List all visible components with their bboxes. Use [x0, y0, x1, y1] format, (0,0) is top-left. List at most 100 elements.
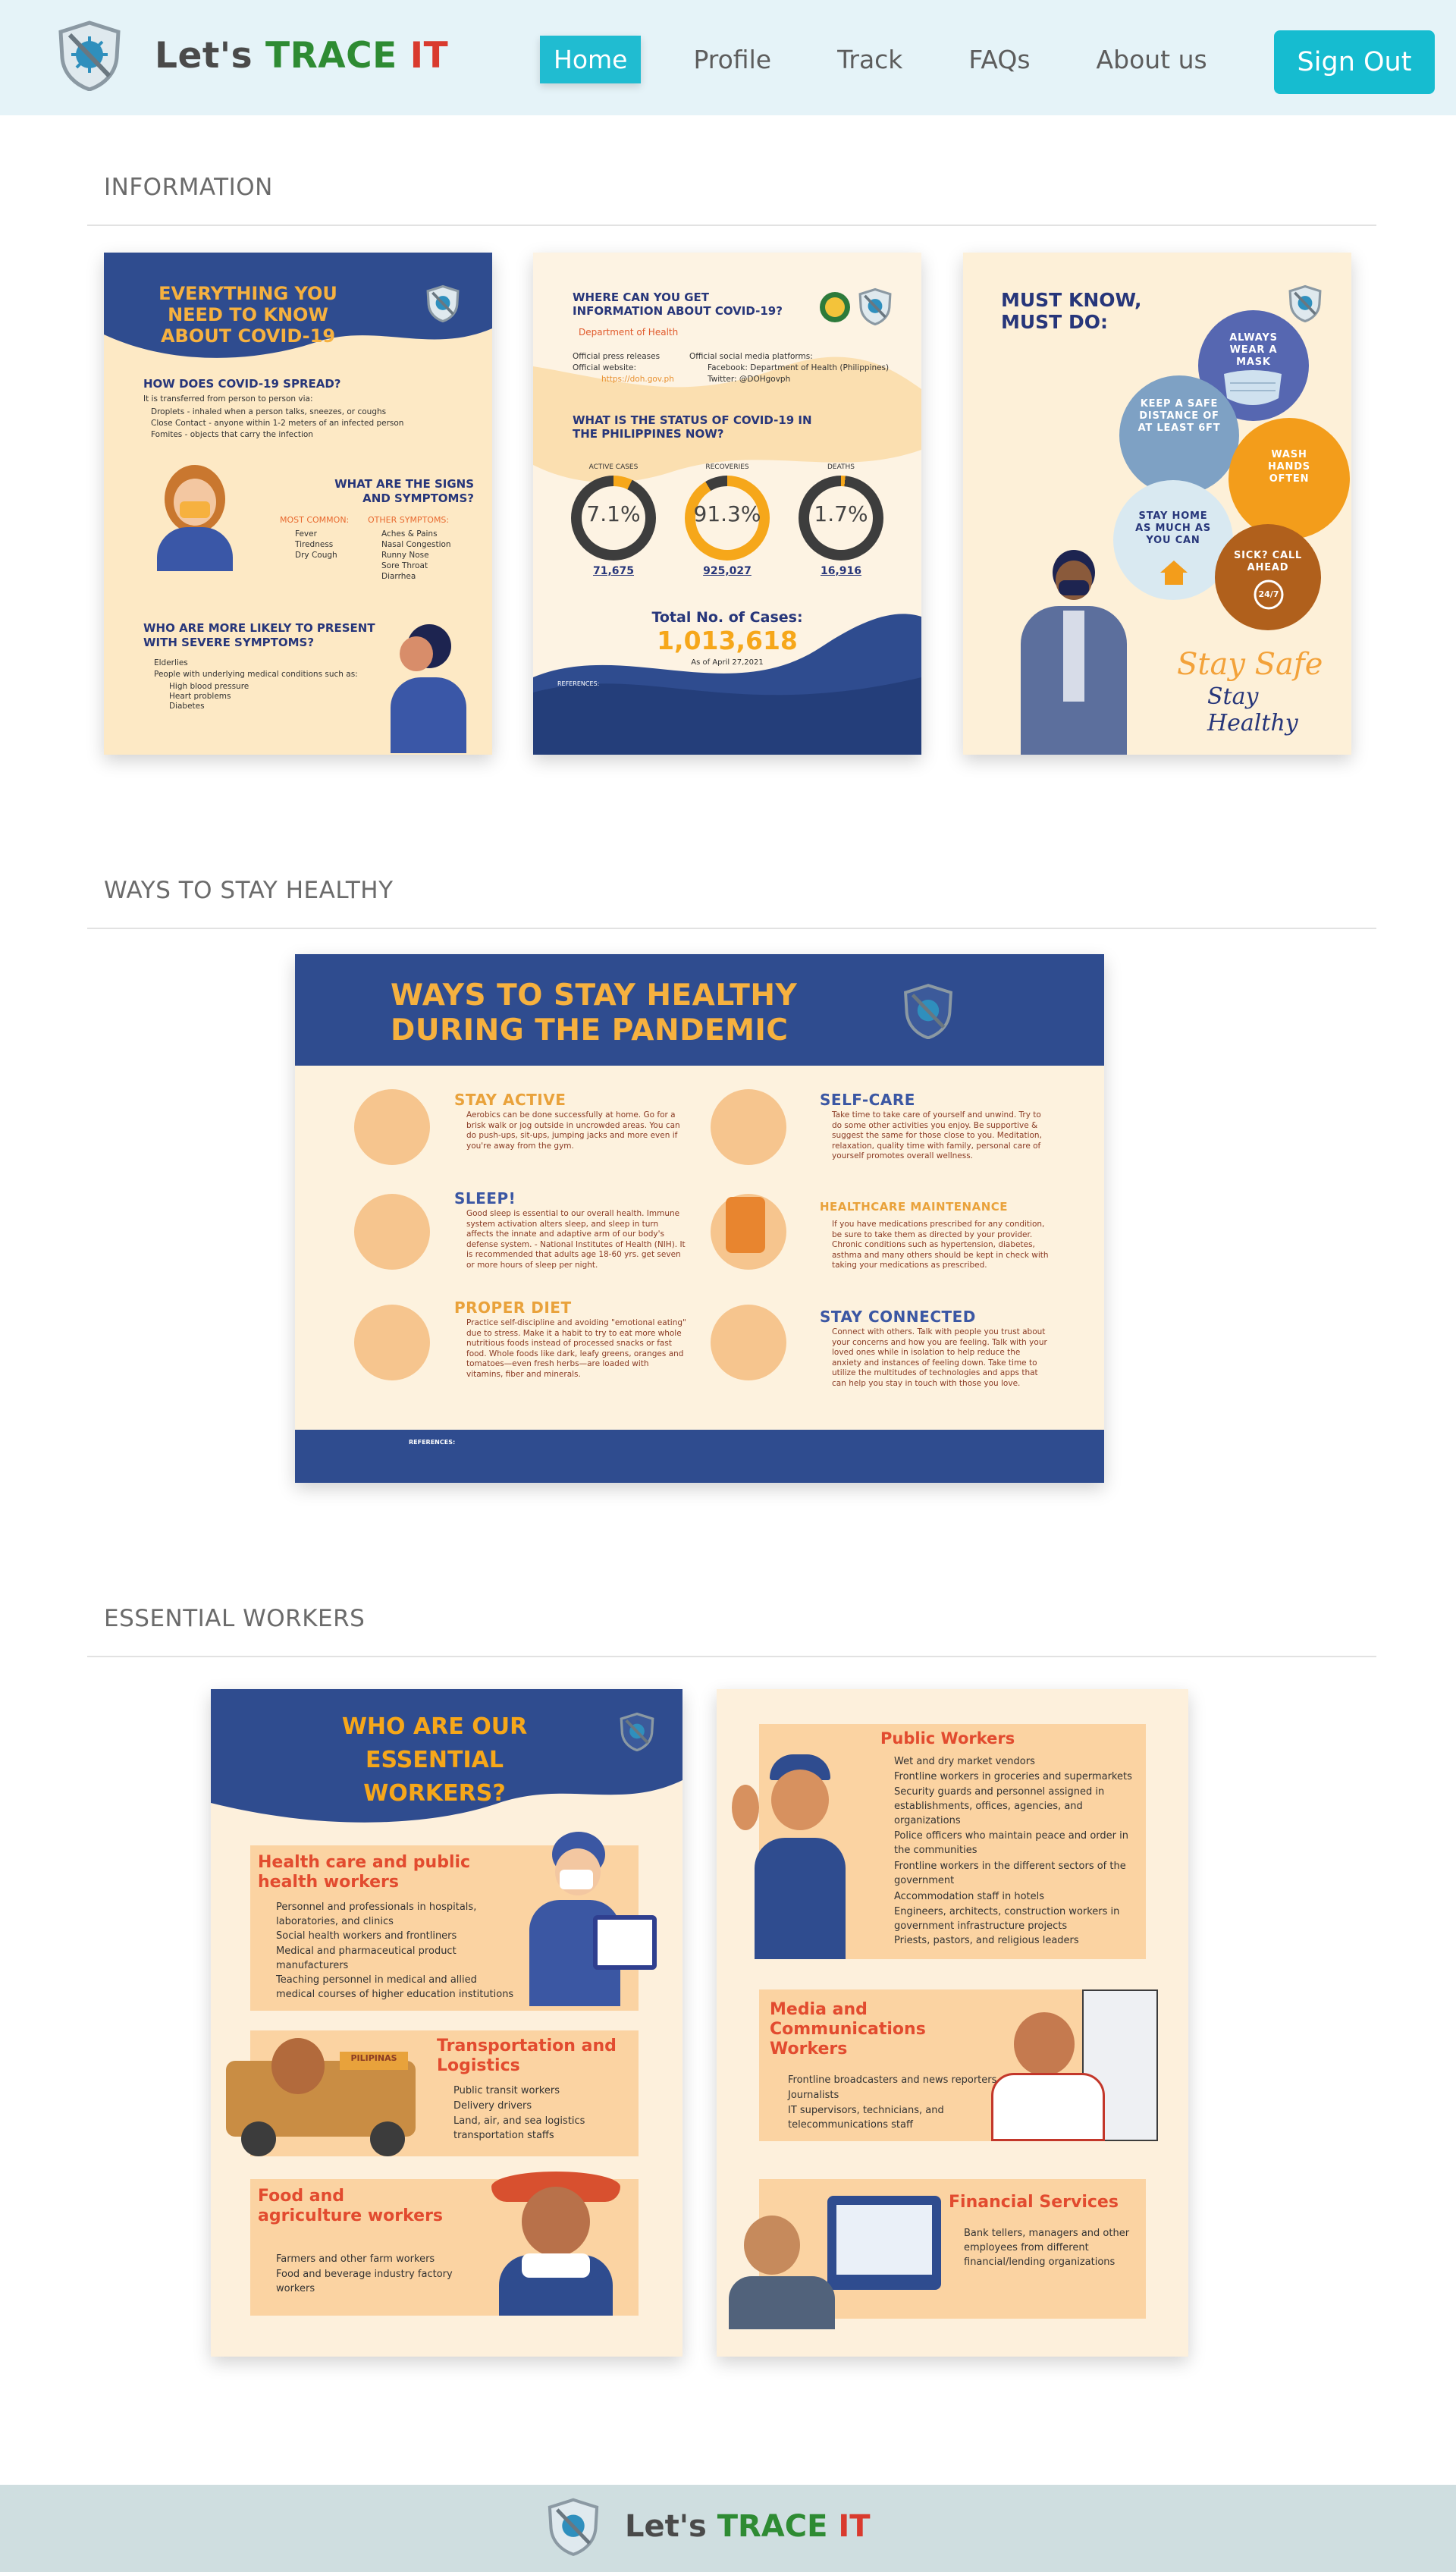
nav-profile[interactable]: Profile: [679, 36, 785, 83]
tip-heading: HEALTHCARE MAINTENANCE: [820, 1200, 1009, 1214]
sleep-illustration: [354, 1194, 430, 1270]
recoveries-ring: 91.3%: [685, 476, 770, 561]
symptom: Dry Cough: [295, 551, 337, 560]
card-heading: Public Workers: [880, 1729, 1015, 1748]
shield-virus-logo-icon: [548, 2498, 599, 2556]
tip-bubble: KEEP A SAFE DISTANCE OF AT LEAST 6FT: [1119, 375, 1239, 495]
doh-seal-icon: [820, 292, 850, 322]
poster-essential-workers[interactable]: WHO ARE OUR ESSENTIAL WORKERS? Health ca…: [211, 1689, 682, 2357]
poster-covid-status[interactable]: WHERE CAN YOU GET INFORMATION ABOUT COVI…: [533, 253, 921, 755]
section-title-workers: ESSENTIAL WORKERS: [104, 1605, 366, 1632]
journalist-illustration: [984, 1989, 1158, 2141]
stat-percent: 91.3%: [693, 501, 761, 526]
poster-title: WHO ARE OUR ESSENTIAL WORKERS?: [341, 1713, 528, 1807]
risk-item: Elderlies: [154, 658, 188, 667]
exercise-illustration: [354, 1089, 430, 1165]
card-heading: Media and Communications Workers: [770, 2000, 926, 2059]
sneezing-man-illustration: [377, 624, 475, 753]
signs-heading: WHAT ARE THE SIGNS AND SYMPTOMS?: [334, 477, 474, 505]
spread-item: Fomites - objects that carry the infecti…: [151, 430, 313, 439]
tip-text: Aerobics can be done successfully at hom…: [466, 1110, 680, 1151]
poster-stay-healthy[interactable]: WAYS TO STAY HEALTHY DURING THE PANDEMIC …: [295, 954, 1104, 1483]
bank-teller-illustration: [729, 2193, 949, 2329]
stat-label: RECOVERIES: [705, 463, 749, 471]
symptom: Diarrhea: [381, 572, 416, 581]
spread-item: Close Contact - anyone within 1-2 meters…: [151, 419, 404, 428]
stat-percent: 1.7%: [814, 501, 868, 526]
card-item: Food and beverage industry factory worke…: [276, 2269, 453, 2294]
health-worker-illustration: [514, 1832, 666, 2006]
tip-bubble: WASH HANDS OFTEN: [1228, 418, 1350, 539]
section-title-information: INFORMATION: [104, 174, 273, 201]
video-call-illustration: [711, 1305, 786, 1380]
self-care-illustration: [711, 1089, 786, 1165]
card-item: Frontline workers in groceries and super…: [894, 1771, 1132, 1782]
card-item: Personnel and professionals in hospitals…: [276, 1902, 477, 1927]
doctor-illustration: [1010, 550, 1131, 755]
section-title-healthy: WAYS TO STAY HEALTHY: [104, 877, 394, 904]
stat-count: 71,675: [592, 565, 635, 577]
jeepney-driver-illustration: PILIPINAS: [226, 2030, 423, 2159]
nav-home[interactable]: Home: [540, 36, 642, 83]
source-item: Official press releases: [573, 352, 661, 361]
house-icon: [1160, 561, 1188, 585]
card-heading: Food and agriculture workers: [258, 2187, 444, 2225]
tip-heading: STAY ACTIVE: [454, 1091, 566, 1109]
spread-intro: It is transferred from person to person …: [143, 394, 313, 404]
section-divider: [87, 1656, 1376, 1657]
most-common-label: MOST COMMON:: [280, 515, 350, 525]
card-item: Priests, pastors, and religious leaders: [894, 1935, 1079, 1946]
footer: Let's TRACE IT: [0, 2485, 1456, 2572]
card-item: Teaching personnel in medical and allied…: [276, 1974, 514, 2000]
card-item: IT supervisors, technicians, and telecom…: [788, 2105, 944, 2131]
sign-out-button[interactable]: Sign Out: [1274, 30, 1435, 94]
card-item: Land, air, and sea logistics transportat…: [453, 2115, 585, 2141]
poster-header: WAYS TO STAY HEALTHY DURING THE PANDEMIC: [295, 954, 1104, 1066]
as-of-date: As of April 27,2021: [691, 658, 764, 667]
tip-heading: PROPER DIET: [454, 1299, 572, 1317]
woman-illustration: [142, 465, 248, 571]
card-item: Engineers, architects, construction work…: [894, 1906, 1120, 1932]
card-item: Wet and dry market vendors: [894, 1756, 1035, 1767]
main-nav: Home Profile Track FAQs About us: [540, 36, 1260, 83]
poster-essential-workers-2[interactable]: Public Workers Wet and dry market vendor…: [717, 1689, 1188, 2357]
stat-percent: 7.1%: [586, 501, 641, 526]
card-item: Social health workers and frontliners: [276, 1930, 457, 1942]
card-item: Medical and pharmaceutical product manuf…: [276, 1945, 457, 1971]
shield-virus-logo-icon: [620, 1712, 654, 1751]
stay-healthy-script: Stay Healthy: [1207, 683, 1298, 736]
total-cases-value: 1,013,618: [657, 626, 798, 655]
poster-must-know[interactable]: MUST KNOW, MUST DO: ALWAYS WEAR A MASK K…: [963, 253, 1351, 755]
poster-title: EVERYTHING YOU NEED TO KNOW ABOUT COVID-…: [158, 283, 337, 347]
card-item: Police officers who maintain peace and o…: [894, 1830, 1128, 1856]
card-item: Delivery drivers: [453, 2100, 532, 2112]
card-item: Frontline workers in the different secto…: [894, 1861, 1126, 1886]
shield-virus-logo-icon: [58, 20, 121, 91]
nav-track[interactable]: Track: [824, 36, 916, 83]
symptom: Aches & Pains: [381, 529, 438, 539]
tip-heading: STAY CONNECTED: [820, 1308, 976, 1326]
stat-count: 925,027: [703, 565, 752, 577]
nav-about-us[interactable]: About us: [1083, 36, 1221, 83]
tip-text: If you have medications prescribed for a…: [832, 1220, 1049, 1270]
symptom: Nasal Congestion: [381, 540, 451, 549]
spread-item: Droplets - inhaled when a person talks, …: [151, 407, 387, 416]
farmer-illustration: [484, 2164, 635, 2316]
section-divider: [87, 928, 1376, 929]
likely-heading: WHO ARE MORE LIKELY TO PRESENT WITH SEVE…: [143, 621, 375, 649]
brand[interactable]: Let's TRACE IT: [56, 20, 448, 91]
poster-covid-info[interactable]: EVERYTHING YOU NEED TO KNOW ABOUT COVID-…: [104, 253, 492, 755]
tip-heading: SELF-CARE: [820, 1091, 915, 1109]
card-heading: Financial Services: [949, 2193, 1119, 2212]
references-label: REFERENCES:: [409, 1439, 456, 1446]
nav-faqs[interactable]: FAQs: [955, 36, 1043, 83]
shield-virus-logo-icon: [904, 984, 952, 1039]
source-link[interactable]: https://doh.gov.ph: [601, 374, 674, 385]
tip-text: Take time to take care of yourself and u…: [832, 1110, 1042, 1160]
tip-text: Practice self-discipline and avoiding "e…: [466, 1318, 686, 1379]
card-heading: Transportation and Logistics: [437, 2037, 617, 2075]
card-item: Public transit workers: [453, 2085, 560, 2096]
spread-heading: HOW DOES COVID-19 SPREAD?: [143, 377, 341, 391]
tip-heading: SLEEP!: [454, 1189, 516, 1207]
card-heading: Health care and public health workers: [258, 1853, 471, 1892]
